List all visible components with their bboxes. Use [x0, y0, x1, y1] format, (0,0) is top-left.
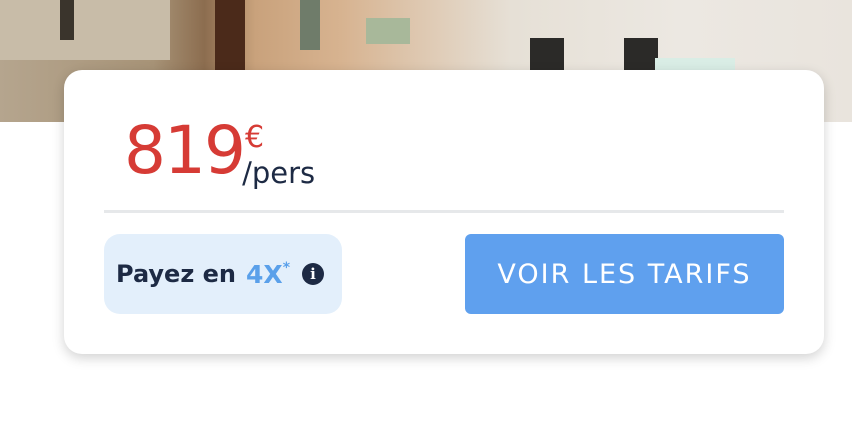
view-rates-button[interactable]: VOIR LES TARIFS [465, 234, 784, 314]
offer-card: 819 € /pers Payez en 4X * i VOIR LES TAR… [64, 70, 824, 354]
photo-window [366, 18, 410, 44]
divider [104, 210, 784, 213]
installment-badge[interactable]: Payez en 4X * i [104, 234, 342, 314]
installment-asterisk: * [282, 260, 291, 276]
price-unit: /pers [242, 156, 316, 190]
photo-roof [0, 0, 170, 60]
price-currency: € [244, 120, 265, 155]
offer-page: 819 € /pers Payez en 4X * i VOIR LES TAR… [0, 0, 852, 440]
installment-label: Payez en [116, 260, 237, 288]
info-icon[interactable]: i [302, 263, 325, 285]
photo-window [300, 0, 320, 50]
installment-count: 4X [246, 259, 283, 289]
price: 819 € /pers [124, 112, 316, 191]
photo-tower [60, 0, 74, 40]
price-amount: 819 [124, 112, 246, 189]
